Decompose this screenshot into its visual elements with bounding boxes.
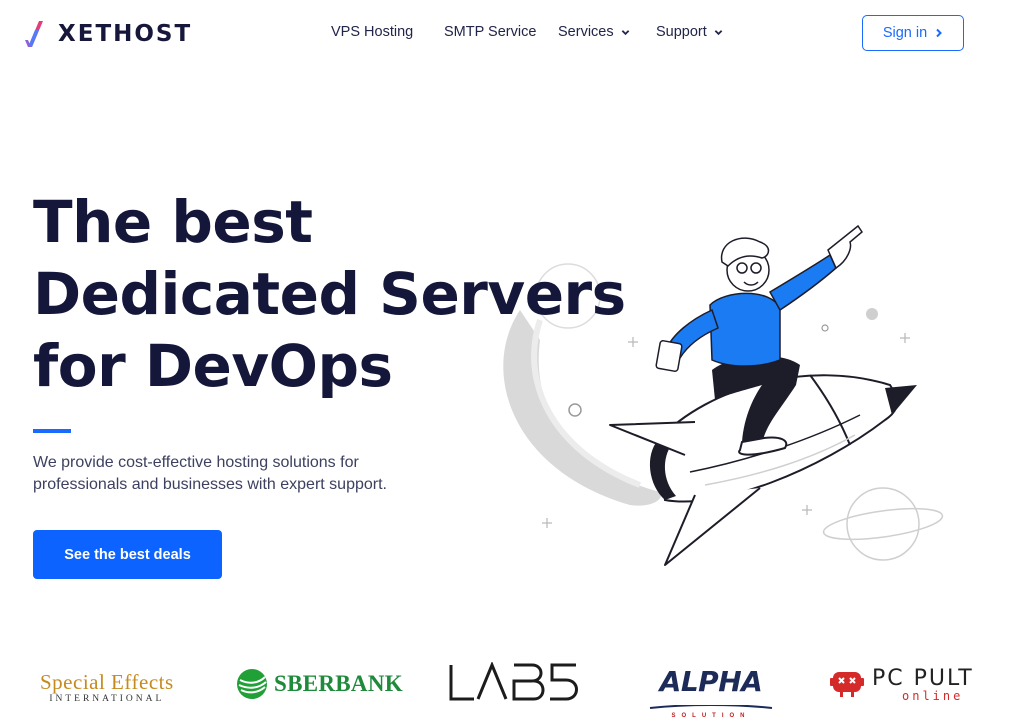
brand-pc-pult-name: PC PULT [872, 666, 974, 691]
brand-alpha-name: ALPHA [659, 665, 763, 698]
site-header: XETHOST VPS Hosting SMTP Service Service… [0, 0, 1024, 68]
hero-title-line-2: Dedicated Servers [33, 260, 626, 328]
nav-services[interactable]: Services [558, 24, 630, 40]
hero-title: The best Dedicated Servers for DevOps [33, 186, 653, 402]
lab5-logo-icon [449, 661, 578, 701]
nav-smtp-service[interactable]: SMTP Service [444, 24, 536, 40]
chevron-down-icon [621, 29, 629, 35]
nav-services-label: Services [558, 24, 614, 40]
hero-title-line-3: for DevOps [33, 332, 393, 400]
hero-title-line-1: The best [33, 188, 313, 256]
nav-smtp-service-label: SMTP Service [444, 24, 537, 40]
sign-in-button[interactable]: Sign in [862, 15, 964, 51]
accent-divider [33, 429, 71, 433]
client-logos: Special Effects INTERNATIONAL SBERBANK A… [0, 650, 1024, 720]
brand-alpha: ALPHA SOLUTION [648, 668, 774, 719]
brand-alpha-sub: SOLUTION [671, 713, 751, 719]
brand-special-effects-name: Special Effects [40, 670, 174, 694]
brand-pc-pult-text: PC PULT online [872, 666, 974, 703]
nav-support-label: Support [656, 24, 707, 40]
hero-description-line-2: professionals and businesses with expert… [33, 476, 387, 493]
hero-description: We provide cost-effective hosting soluti… [33, 452, 453, 496]
nav-support[interactable]: Support [656, 24, 723, 40]
sign-in-label: Sign in [882, 25, 928, 41]
brand-lab5 [448, 661, 580, 707]
brand-sberbank-name: SBERBANK [274, 671, 403, 696]
brand-sberbank: SBERBANK [236, 668, 403, 700]
chevron-down-icon [714, 29, 723, 35]
chevron-right-icon [936, 28, 943, 38]
brand-pc-pult-sub: online [902, 689, 964, 703]
see-best-deals-button[interactable]: See the best deals [33, 530, 222, 579]
nav-vps-hosting[interactable]: VPS Hosting [331, 24, 413, 40]
alpha-underline-icon [649, 704, 773, 709]
nav-vps-hosting-label: VPS Hosting [331, 24, 414, 40]
see-best-deals-label: See the best deals [64, 546, 191, 563]
brand-pc-pult: PC PULT online [830, 668, 974, 702]
brand-special-effects: Special Effects INTERNATIONAL [40, 670, 174, 704]
sberbank-icon [237, 669, 267, 699]
hero-description-line-1: We provide cost-effective hosting soluti… [33, 454, 359, 471]
brand-special-effects-sub: INTERNATIONAL [49, 694, 165, 704]
pc-pult-robot-icon [830, 672, 864, 697]
